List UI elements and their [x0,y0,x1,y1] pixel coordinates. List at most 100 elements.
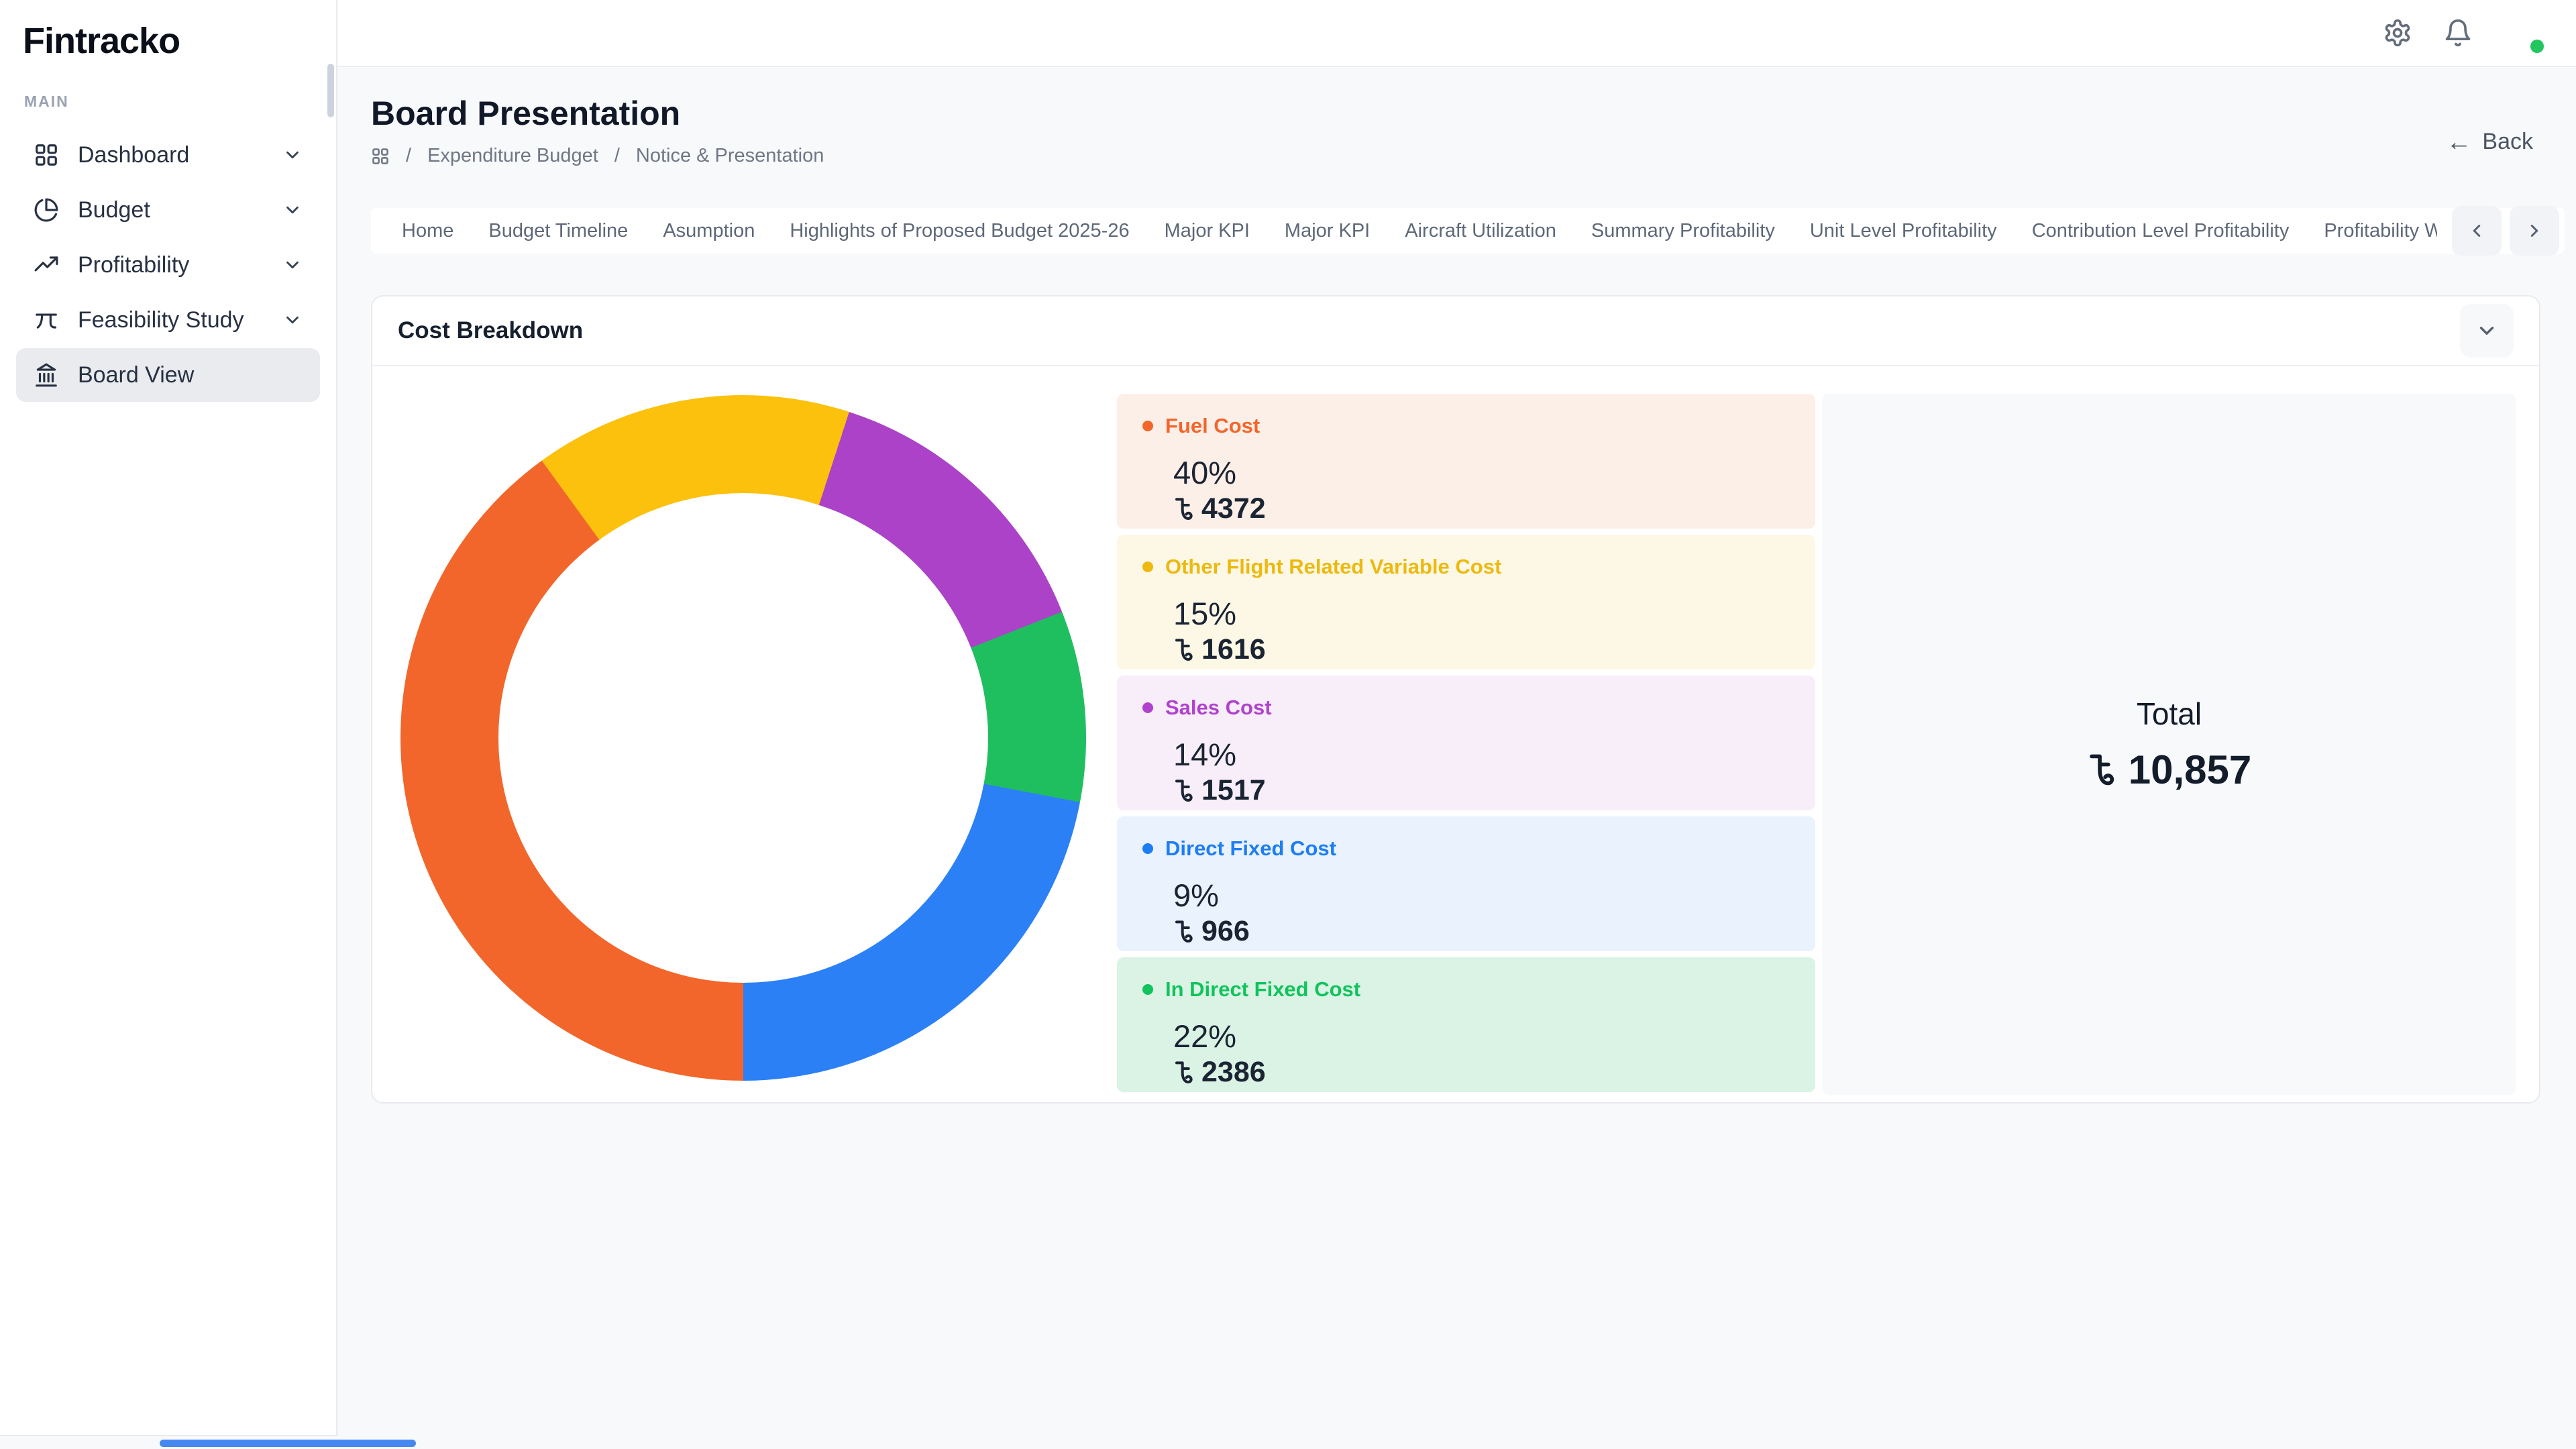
tab-aircraft-utilization[interactable]: Aircraft Utilization [1405,220,1556,242]
legend-amount: 4372 [1173,492,1790,525]
tab-scroll-controls [2452,206,2559,256]
card-collapse-button[interactable] [2460,304,2514,358]
breadcrumb-separator: / [614,145,620,167]
pi-symbol-icon [34,307,59,333]
tabs-strip: Home Budget Timeline Asumption Highlight… [371,220,2437,242]
donut-hole [498,493,988,983]
tabs-scroll-left-button[interactable] [2452,206,2502,256]
sidebar-section-label: MAIN [24,93,336,111]
sidebar-item-label: Profitability [78,252,189,278]
legend-dot [1142,702,1153,713]
landmark-icon [34,362,59,388]
total-amount: 10,857 [2087,747,2252,793]
legend-dot [1142,843,1153,854]
tab-major-kpi-2[interactable]: Major KPI [1285,220,1370,242]
sidebar-scrollbar-thumb[interactable] [327,64,334,117]
tab-asumption[interactable]: Asumption [663,220,755,242]
tab-budget-timeline[interactable]: Budget Timeline [488,220,628,242]
sidebar-item-dashboard[interactable]: Dashboard [16,128,320,182]
breadcrumb-item[interactable]: Notice & Presentation [636,145,824,167]
legend-item-other-flight-variable-cost[interactable]: Other Flight Related Variable Cost 15% 1… [1117,535,1815,669]
legend-percent: 14% [1173,736,1790,773]
taka-sign-icon [1173,918,1193,945]
taka-sign-icon [2087,751,2115,789]
sidebar-item-profitability[interactable]: Profitability [16,238,320,292]
grid-icon [34,142,59,168]
cost-breakdown-card: Cost Breakdown Fuel Cost 40% [371,295,2540,1104]
chevron-down-icon [2475,319,2498,342]
sidebar-item-label: Dashboard [78,142,189,168]
legend-percent: 9% [1173,877,1790,914]
sidebar-item-feasibility-study[interactable]: Feasibility Study [16,293,320,347]
legend-dot [1142,984,1153,995]
sidebar-item-label: Feasibility Study [78,307,244,333]
chevron-down-icon [282,145,303,165]
horizontal-scrollbar-thumb[interactable] [160,1440,416,1447]
chevron-down-icon [282,310,303,330]
topbar [337,0,2576,67]
legend-amount: 1517 [1173,774,1790,807]
legend-label: In Direct Fixed Cost [1165,977,1360,1002]
legend-label: Sales Cost [1165,696,1272,720]
legend-item-indirect-fixed-cost[interactable]: In Direct Fixed Cost 22% 2386 [1117,957,1815,1092]
online-status-dot [2530,40,2544,53]
breadcrumb: / Expenditure Budget / Notice & Presenta… [371,145,824,167]
sidebar-item-label: Budget [78,197,150,223]
tab-home[interactable]: Home [402,220,453,242]
card-body: Fuel Cost 40% 4372 Other Flight Related … [372,366,2539,1102]
tab-contribution-level-profitability[interactable]: Contribution Level Profitability [2032,220,2290,242]
legend-amount: 1616 [1173,633,1790,666]
tab-unit-level-profitability[interactable]: Unit Level Profitability [1810,220,1997,242]
total-label: Total [2137,696,2202,732]
taka-sign-icon [1173,1059,1193,1086]
card-title: Cost Breakdown [398,317,583,344]
chevron-left-icon [2467,221,2487,241]
arrow-left-icon: ← [2446,129,2471,155]
grid-icon[interactable] [371,147,390,166]
sidebar: Fintracko MAIN Dashboard Budget [0,0,337,1436]
legend-label: Direct Fixed Cost [1165,837,1336,861]
user-avatar[interactable] [2504,14,2541,52]
gear-icon[interactable] [2383,18,2412,48]
breadcrumb-item[interactable]: Expenditure Budget [427,145,598,167]
tabs-scroll-right-button[interactable] [2510,206,2559,256]
chart-legend: Fuel Cost 40% 4372 Other Flight Related … [1117,394,1815,1092]
back-button[interactable]: ← Back [2446,129,2533,155]
sidebar-item-board-view[interactable]: Board View [16,348,320,402]
taka-sign-icon [1173,777,1193,804]
legend-item-direct-fixed-cost[interactable]: Direct Fixed Cost 9% 966 [1117,816,1815,951]
page-title: Board Presentation [371,94,680,133]
app-logo: Fintracko [0,0,336,62]
legend-amount: 2386 [1173,1056,1790,1089]
legend-item-fuel-cost[interactable]: Fuel Cost 40% 4372 [1117,394,1815,529]
sidebar-nav: Dashboard Budget Profitability [0,128,336,402]
legend-item-sales-cost[interactable]: Sales Cost 14% 1517 [1117,676,1815,810]
legend-percent: 15% [1173,595,1790,632]
card-header: Cost Breakdown [372,297,2539,366]
tab-major-kpi-1[interactable]: Major KPI [1165,220,1250,242]
sidebar-item-label: Board View [78,362,194,388]
sidebar-item-budget[interactable]: Budget [16,183,320,237]
section-tabbar: Home Budget Timeline Asumption Highlight… [371,208,2565,254]
legend-amount: 966 [1173,915,1790,948]
donut-chart[interactable] [400,395,1086,1081]
tab-summary-profitability[interactable]: Summary Profitability [1591,220,1775,242]
breadcrumb-separator: / [406,145,411,167]
taka-sign-icon [1173,496,1193,523]
app-screen: Fintracko MAIN Dashboard Budget [0,0,2576,1449]
legend-percent: 40% [1173,454,1790,491]
taka-sign-icon [1173,637,1193,663]
chevron-down-icon [282,200,303,220]
bell-icon[interactable] [2443,18,2473,48]
legend-label: Other Flight Related Variable Cost [1165,555,1501,579]
chevron-right-icon [2524,221,2544,241]
chevron-down-icon [282,255,303,275]
legend-dot [1142,421,1153,431]
back-button-label: Back [2482,129,2533,155]
legend-dot [1142,561,1153,572]
legend-percent: 22% [1173,1018,1790,1055]
tab-profitability-without-g[interactable]: Profitability Without G [2324,220,2437,242]
total-panel: Total 10,857 [1822,394,2516,1095]
tab-highlights[interactable]: Highlights of Proposed Budget 2025-26 [790,220,1129,242]
legend-label: Fuel Cost [1165,414,1260,438]
